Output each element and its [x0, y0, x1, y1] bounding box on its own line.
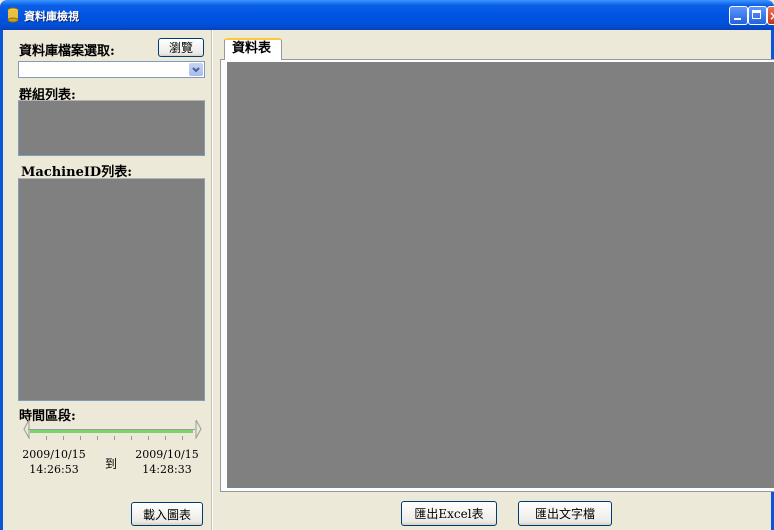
slider-tick — [148, 436, 149, 440]
maximize-button[interactable] — [748, 6, 767, 25]
title-bar[interactable]: 資料庫檢視 × — [0, 0, 774, 30]
end-time: 14:28:33 — [142, 463, 192, 476]
maximize-icon — [752, 10, 761, 19]
data-grid[interactable] — [227, 62, 774, 488]
db-file-label: 資料庫檔案選取: — [19, 44, 115, 59]
window-frame-left — [0, 30, 3, 530]
slider-start-thumb[interactable] — [23, 419, 31, 439]
start-date: 2009/10/15 — [22, 448, 86, 461]
tab-data-table[interactable]: 資料表 — [224, 38, 282, 60]
slider-tick — [114, 436, 115, 440]
export-text-button[interactable]: 匯出文字檔 — [518, 501, 612, 526]
slider-tick — [182, 436, 183, 440]
end-date: 2009/10/15 — [135, 448, 199, 461]
end-timestamp: 2009/10/15 14:28:33 — [132, 447, 202, 477]
group-listbox[interactable] — [18, 100, 205, 156]
close-button[interactable]: × — [767, 6, 774, 25]
machine-id-listbox[interactable] — [18, 178, 205, 401]
window-title: 資料庫檢視 — [24, 10, 79, 23]
slider-tick — [165, 436, 166, 440]
slider-selected-range — [30, 430, 193, 433]
close-icon: × — [769, 9, 774, 23]
start-timestamp: 2009/10/15 14:26:53 — [19, 447, 89, 477]
minimize-button[interactable] — [729, 6, 748, 25]
slider-tick — [80, 436, 81, 440]
minimize-icon — [734, 18, 741, 20]
to-label: 到 — [105, 457, 118, 471]
slider-tick — [46, 436, 47, 440]
chevron-down-icon — [192, 67, 200, 73]
combobox-dropdown-button[interactable] — [189, 63, 203, 76]
app-icon — [7, 7, 19, 23]
browse-button[interactable]: 瀏覽 — [158, 38, 204, 57]
slider-tick — [63, 436, 64, 440]
slider-tick — [131, 436, 132, 440]
slider-tick — [97, 436, 98, 440]
slider-end-thumb[interactable] — [194, 419, 202, 439]
start-time: 14:26:53 — [29, 463, 79, 476]
load-chart-button[interactable]: 載入圖表 — [131, 502, 203, 526]
export-excel-button[interactable]: 匯出Excel表 — [401, 501, 497, 526]
db-file-combobox[interactable] — [18, 61, 205, 78]
panel-divider-highlight — [212, 30, 213, 530]
